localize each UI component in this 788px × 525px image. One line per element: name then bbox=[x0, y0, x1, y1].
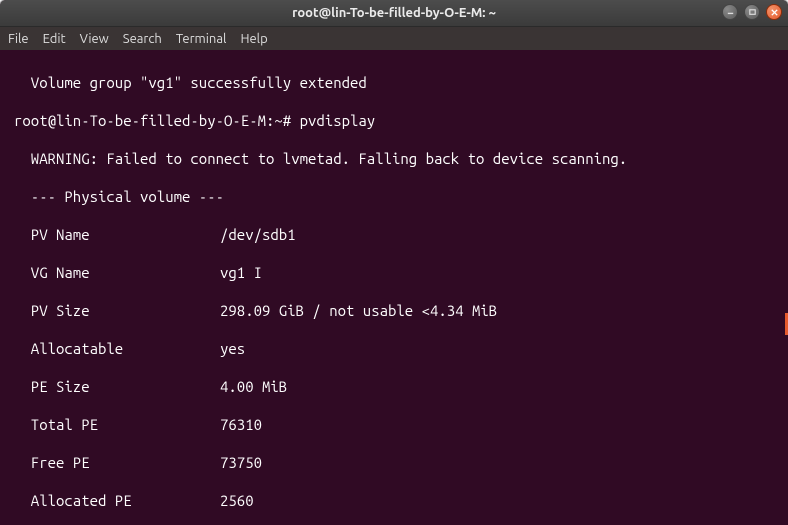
pv-row: VG Namevg1 I bbox=[14, 263, 778, 282]
pv-value: vg1 bbox=[220, 264, 245, 281]
close-button[interactable] bbox=[766, 4, 782, 20]
menu-terminal[interactable]: Terminal bbox=[176, 32, 227, 46]
menu-search[interactable]: Search bbox=[123, 32, 162, 46]
menu-view[interactable]: View bbox=[80, 32, 109, 46]
pv-label: Allocated PE bbox=[14, 491, 220, 510]
menubar: File Edit View Search Terminal Help bbox=[0, 26, 788, 52]
minimize-button[interactable] bbox=[722, 4, 738, 20]
pv-row: PV Size298.09 GiB / not usable <4.34 MiB bbox=[14, 301, 778, 320]
pv-value: yes bbox=[220, 340, 245, 357]
output-line: Volume group "vg1" successfully extended bbox=[14, 73, 778, 92]
menu-help[interactable]: Help bbox=[240, 32, 267, 46]
pv-value: 298.09 GiB / not usable <4.34 MiB bbox=[220, 302, 497, 319]
pv-value: 76310 bbox=[220, 416, 262, 433]
pv-row: Allocatableyes bbox=[14, 339, 778, 358]
titlebar: root@lin-To-be-filled-by-O-E-M: ~ bbox=[0, 0, 788, 26]
text-cursor: I bbox=[254, 264, 262, 281]
command: pvdisplay bbox=[300, 112, 376, 129]
prompt-line: root@lin-To-be-filled-by-O-E-M:~# pvdisp… bbox=[14, 111, 778, 130]
pv-header: --- Physical volume --- bbox=[14, 187, 778, 206]
maximize-button[interactable] bbox=[744, 4, 760, 20]
maximize-icon bbox=[748, 8, 757, 17]
window-controls bbox=[722, 4, 782, 20]
pv-value: 2560 bbox=[220, 492, 254, 509]
pv-label: Allocatable bbox=[14, 339, 220, 358]
terminal-window: root@lin-To-be-filled-by-O-E-M: ~ File E… bbox=[0, 0, 788, 525]
output-line: WARNING: Failed to connect to lvmetad. F… bbox=[14, 149, 778, 168]
pv-label: VG Name bbox=[14, 263, 220, 282]
pv-label: PV Name bbox=[14, 225, 220, 244]
pv-row: Free PE73750 bbox=[14, 453, 778, 472]
prompt: root@lin-To-be-filled-by-O-E-M:~# bbox=[14, 112, 291, 129]
pv-value: 4.00 MiB bbox=[220, 378, 287, 395]
menu-edit[interactable]: Edit bbox=[43, 32, 66, 46]
pv-value: /dev/sdb1 bbox=[220, 226, 296, 243]
pv-label: PV Size bbox=[14, 301, 220, 320]
close-icon bbox=[770, 8, 779, 17]
pv-label: Free PE bbox=[14, 453, 220, 472]
pv-label: PE Size bbox=[14, 377, 220, 396]
menu-file[interactable]: File bbox=[8, 32, 29, 46]
minimize-icon bbox=[726, 8, 735, 17]
pv-row: PV Name/dev/sdb1 bbox=[14, 225, 778, 244]
window-title: root@lin-To-be-filled-by-O-E-M: ~ bbox=[292, 6, 496, 20]
pv-row: Allocated PE2560 bbox=[14, 491, 778, 510]
pv-label: Total PE bbox=[14, 415, 220, 434]
pv-row: PE Size4.00 MiB bbox=[14, 377, 778, 396]
pv-row: Total PE76310 bbox=[14, 415, 778, 434]
terminal-body[interactable]: Volume group "vg1" successfully extended… bbox=[0, 50, 788, 525]
pv-value: 73750 bbox=[220, 454, 262, 471]
